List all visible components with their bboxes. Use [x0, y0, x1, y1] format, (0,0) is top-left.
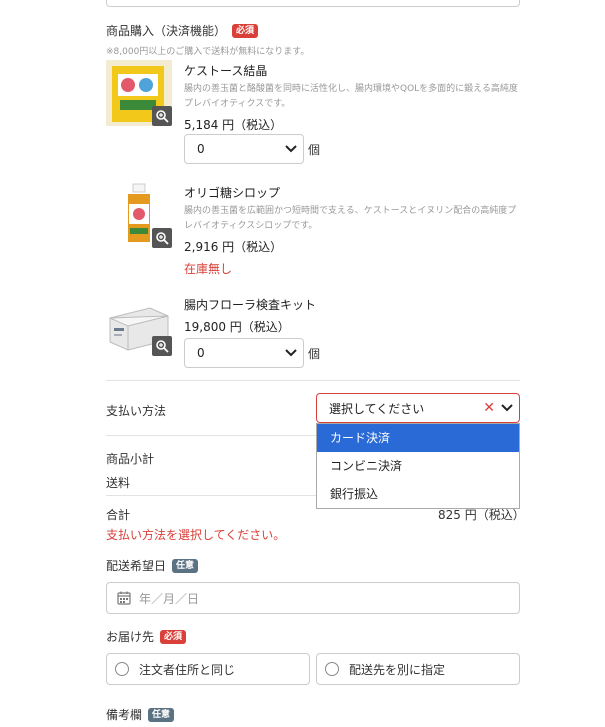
quantity-unit: 個: [308, 142, 321, 157]
chevron-down-icon: [285, 145, 297, 153]
product-price: 19,800 円（税込）: [184, 320, 290, 334]
ship-to-other-label: 配送先を別に指定: [349, 662, 446, 677]
payment-method-select[interactable]: 選択してください ✕: [316, 393, 520, 423]
quantity-value: 0: [197, 346, 205, 360]
date-placeholder: 年／月／日: [139, 591, 200, 606]
ship-to-title: お届け先 必須: [106, 628, 187, 645]
clear-icon[interactable]: ✕: [483, 400, 495, 416]
ship-to-same-option[interactable]: 注文者住所と同じ: [106, 653, 310, 685]
delivery-date-title: 配送希望日 任意: [106, 557, 199, 574]
radio-button[interactable]: [325, 662, 339, 676]
subtotal-label: 商品小計: [106, 452, 155, 466]
zoom-icon[interactable]: [152, 336, 172, 356]
payment-option-convenience-store[interactable]: コンビニ決済: [317, 452, 519, 480]
payment-label: 支払い方法: [106, 404, 167, 418]
product-description: 腸内の善玉菌を広範囲かつ短時間で支える、ケストースとイヌリン配合の高純度プレバイ…: [184, 206, 517, 231]
purchase-title: 商品購入（決済機能）: [106, 24, 227, 38]
product-item: オリゴ糖シロップ 腸内の善玉菌を広範囲かつ短時間で支える、ケストースとイヌリン配…: [106, 182, 520, 282]
payment-placeholder: 選択してください: [329, 401, 425, 416]
shipping-label: 送料: [106, 476, 131, 490]
calendar-icon: [117, 591, 131, 605]
product-name: オリゴ糖シロップ: [184, 186, 281, 200]
quantity-value: 0: [197, 142, 205, 156]
optional-badge: 任意: [172, 558, 199, 573]
zoom-icon[interactable]: [152, 106, 172, 126]
payment-option-bank-transfer[interactable]: 銀行振込: [317, 480, 519, 508]
product-image[interactable]: [106, 60, 172, 126]
ship-to-label: お届け先: [106, 630, 155, 644]
quantity-select[interactable]: 0: [184, 338, 304, 368]
required-badge: 必須: [160, 629, 187, 644]
out-of-stock-label: 在庫無し: [184, 262, 233, 276]
zoom-icon[interactable]: [152, 228, 172, 248]
product-name: 腸内フローラ検査キット: [184, 298, 317, 312]
payment-options-dropdown: カード決済 コンビニ決済 銀行振込: [316, 423, 520, 509]
product-description: 腸内の善玉菌と酪酸菌を同時に活性化し、腸内環境やQOLを多面的に鍛える高純度プレ…: [184, 84, 518, 109]
product-price: 5,184 円（税込）: [184, 118, 283, 132]
delivery-date-label: 配送希望日: [106, 559, 167, 573]
previous-field[interactable]: [106, 0, 520, 7]
ship-to-other-option[interactable]: 配送先を別に指定: [316, 653, 520, 685]
quantity-select[interactable]: 0: [184, 134, 304, 164]
total-label: 合計: [106, 508, 131, 522]
quantity-control: 0 個: [184, 134, 320, 164]
remarks-title: 備考欄 任意: [106, 706, 175, 723]
free-shipping-note: ※8,000円以上のご購入で送料が無料になります。: [106, 47, 310, 57]
required-badge: 必須: [232, 23, 259, 38]
ship-to-same-label: 注文者住所と同じ: [139, 662, 236, 677]
product-name: ケストース結晶: [184, 64, 268, 78]
product-image[interactable]: [106, 182, 172, 248]
product-item: 腸内フローラ検査キット 19,800 円（税込） 0 個: [106, 294, 520, 374]
chevron-down-icon: [501, 404, 513, 412]
purchase-section-title: 商品購入（決済機能） 必須: [106, 22, 259, 39]
delivery-date-input[interactable]: 年／月／日: [106, 582, 520, 614]
quantity-unit: 個: [308, 346, 321, 361]
quantity-control: 0 個: [184, 338, 320, 368]
radio-button[interactable]: [115, 662, 129, 676]
payment-option-card[interactable]: カード決済: [317, 424, 519, 452]
payment-error-message: 支払い方法を選択してください。: [106, 528, 286, 542]
product-image[interactable]: [106, 294, 172, 360]
divider: [106, 380, 520, 381]
chevron-down-icon: [285, 349, 297, 357]
product-item: ケストース結晶 腸内の善玉菌と酪酸菌を同時に活性化し、腸内環境やQOLを多面的に…: [106, 58, 520, 168]
remarks-label: 備考欄: [106, 708, 143, 722]
product-price: 2,916 円（税込）: [184, 240, 283, 254]
optional-badge: 任意: [148, 707, 175, 722]
